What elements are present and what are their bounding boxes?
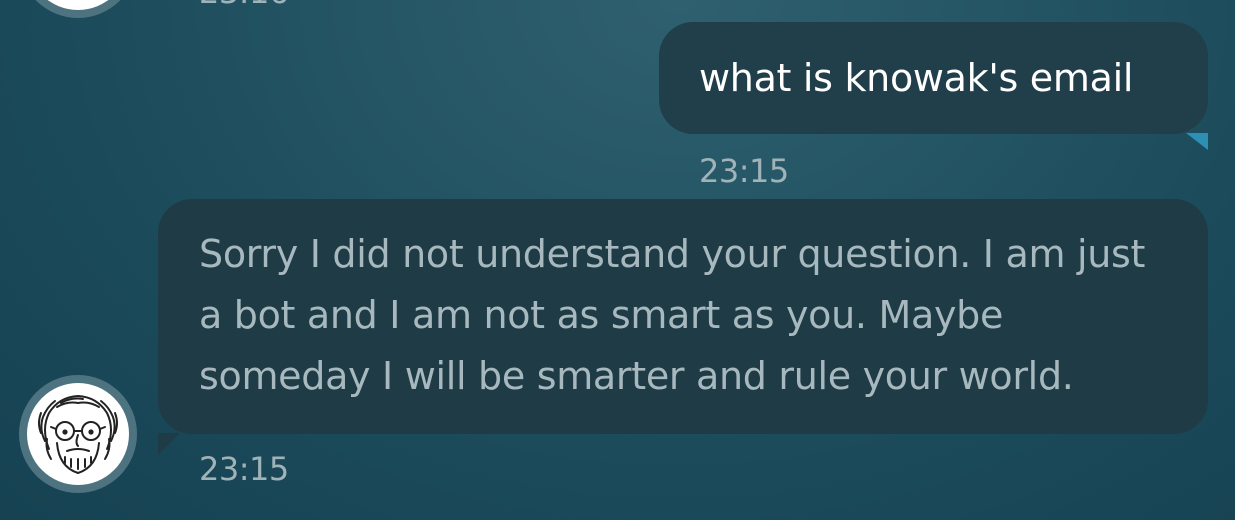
bot-avatar — [19, 375, 137, 493]
chat-transcript: 23:16 what is knowak's email 23:15 Sorry… — [0, 0, 1235, 520]
bot-message-bubble: Sorry I did not understand your question… — [158, 199, 1208, 434]
message-timestamp: 23:15 — [699, 152, 789, 190]
user-message-text: what is knowak's email — [699, 56, 1134, 100]
bot-message-text: Sorry I did not understand your question… — [199, 232, 1146, 398]
bearded-man-avatar-icon — [27, 0, 129, 10]
message-timestamp: 23:16 — [199, 0, 289, 8]
user-bubble-tail — [1186, 133, 1208, 150]
bearded-man-avatar-icon — [27, 383, 129, 485]
user-message-bubble: what is knowak's email — [659, 22, 1208, 134]
bot-bubble-tail — [158, 433, 180, 455]
message-timestamp: 23:15 — [199, 450, 289, 488]
bot-avatar — [19, 0, 137, 18]
